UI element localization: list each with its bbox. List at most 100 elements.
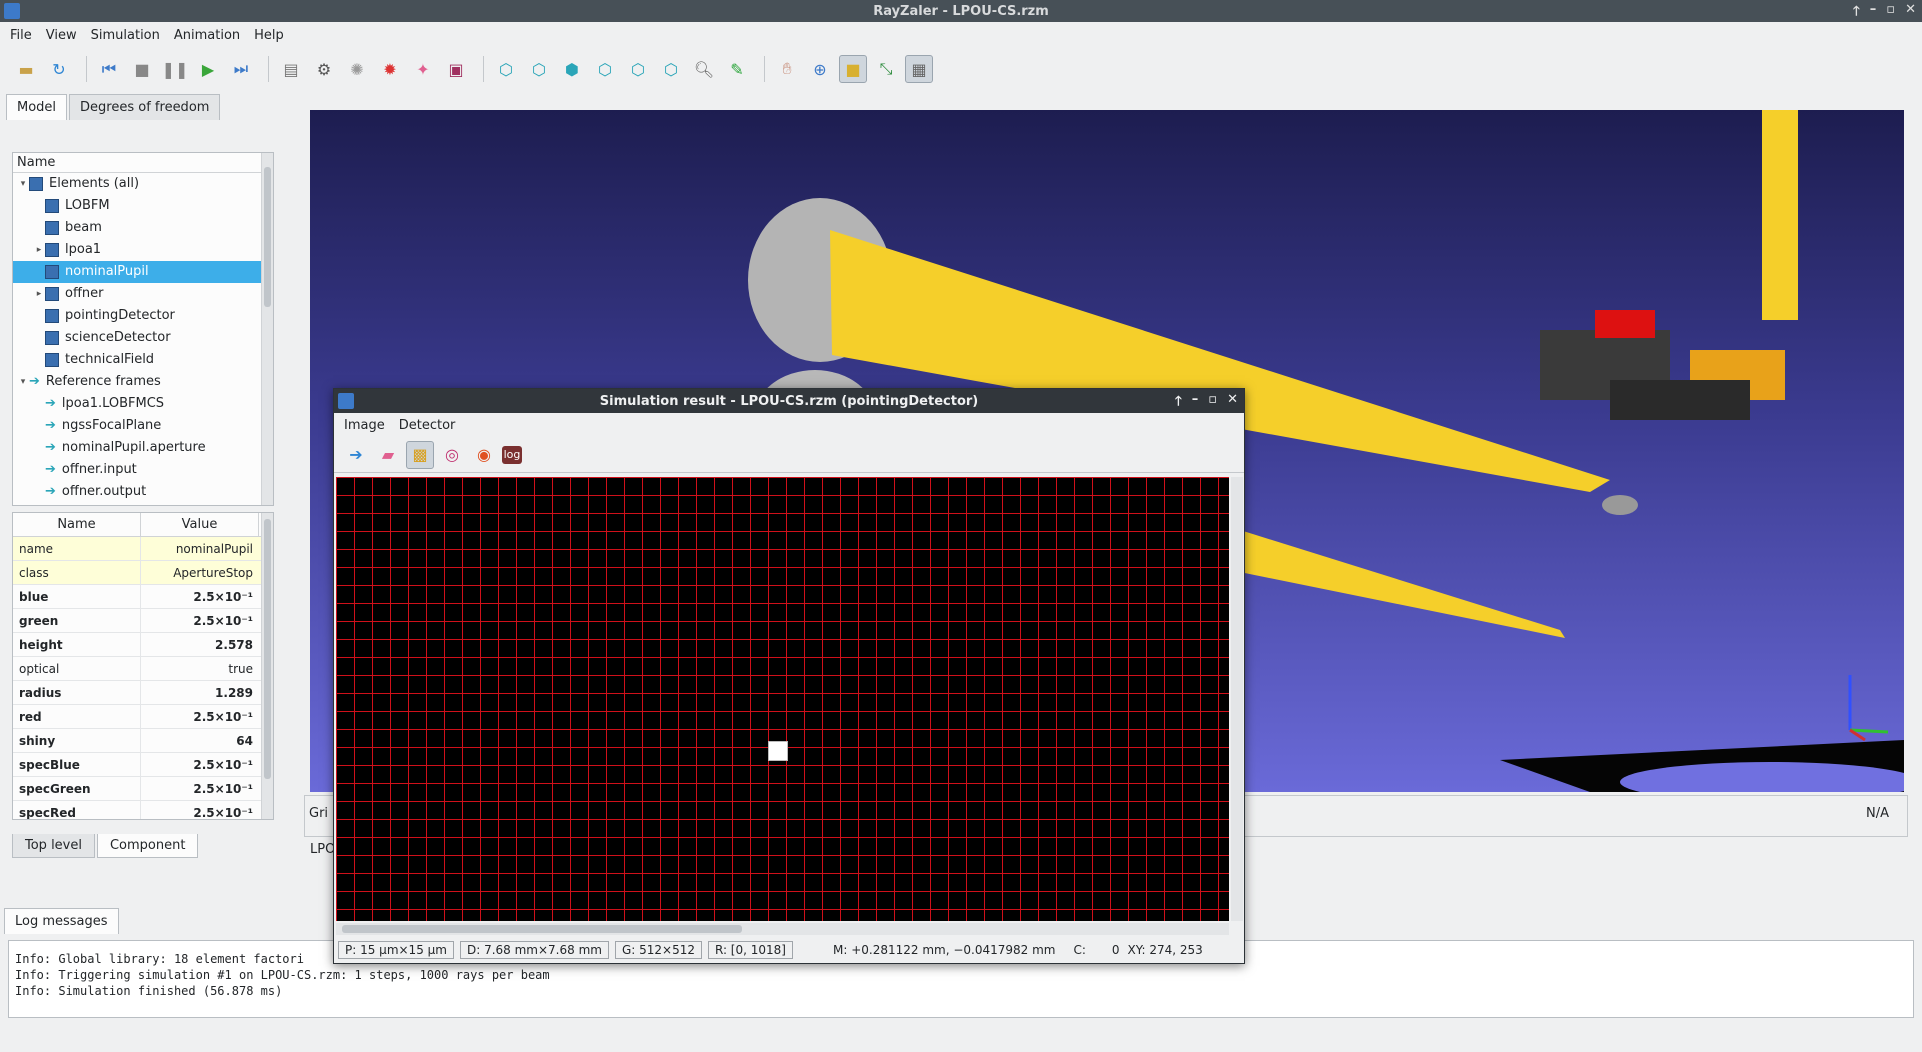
tree-item[interactable]: ➔ ngssFocalPlane bbox=[13, 415, 273, 437]
eraser-icon[interactable]: ▰ bbox=[374, 441, 402, 469]
tree-item[interactable]: ▾ ➔ Reference frames bbox=[13, 371, 273, 393]
expand-arrow-icon[interactable]: ▾ bbox=[17, 371, 29, 393]
tab-component[interactable]: Component bbox=[96, 834, 199, 858]
hand-icon[interactable]: ✋︎ bbox=[773, 55, 801, 83]
view-front-icon[interactable]: ⬡ bbox=[492, 55, 520, 83]
tree-item[interactable]: ➔ nominalPupil.aperture bbox=[13, 437, 273, 459]
expand-arrow-icon[interactable]: ▸ bbox=[33, 283, 45, 305]
property-value[interactable]: nominalPupil bbox=[141, 537, 259, 560]
menu-simulation[interactable]: Simulation bbox=[91, 28, 160, 43]
tab-top-level[interactable]: Top level bbox=[12, 834, 95, 858]
property-row[interactable]: specBlue 2.5×10⁻¹ bbox=[13, 753, 273, 777]
measure-icon[interactable]: ✎ bbox=[723, 55, 751, 83]
keep-above-button[interactable]: 🡑 bbox=[1853, 2, 1860, 24]
arrow-right-icon[interactable]: ➔ bbox=[342, 441, 370, 469]
menu-detector[interactable]: Detector bbox=[399, 418, 456, 433]
rewind-icon[interactable]: ⏮ bbox=[95, 55, 123, 83]
view-back-icon[interactable]: ⬡ bbox=[525, 55, 553, 83]
detector-image[interactable] bbox=[336, 477, 1229, 921]
frames-icon[interactable]: ⤡ bbox=[872, 55, 900, 83]
tree-item[interactable]: technicalField bbox=[13, 349, 273, 371]
tree-item[interactable]: beam bbox=[13, 217, 273, 239]
grid-icon[interactable]: ▩ bbox=[406, 440, 434, 469]
view-top-icon[interactable]: ⬢ bbox=[558, 55, 586, 83]
reload-icon[interactable]: ↻ bbox=[45, 55, 73, 83]
property-value[interactable]: 64 bbox=[141, 729, 259, 752]
menu-animation[interactable]: Animation bbox=[174, 28, 240, 43]
minimize-button[interactable]: – bbox=[1870, 2, 1877, 24]
property-value[interactable]: 2.5×10⁻¹ bbox=[141, 777, 259, 800]
property-value[interactable]: 2.5×10⁻¹ bbox=[141, 801, 259, 819]
tab-model[interactable]: Model bbox=[6, 94, 68, 120]
property-row[interactable]: shiny 64 bbox=[13, 729, 273, 753]
color-wheel-icon[interactable]: ◉ bbox=[470, 441, 498, 469]
sim-close-button[interactable]: ✕ bbox=[1227, 392, 1238, 414]
gear-icon[interactable]: ✺ bbox=[343, 55, 371, 83]
property-row[interactable]: red 2.5×10⁻¹ bbox=[13, 705, 273, 729]
property-value[interactable]: true bbox=[141, 657, 259, 680]
tree-item[interactable]: ▸ offner bbox=[13, 283, 273, 305]
maximize-button[interactable]: ▫ bbox=[1886, 2, 1895, 24]
property-row[interactable]: specRed 2.5×10⁻¹ bbox=[13, 801, 273, 819]
close-button[interactable]: ✕ bbox=[1905, 2, 1916, 24]
sim-keep-above-button[interactable]: 🡑 bbox=[1175, 392, 1182, 414]
sim-maximize-button[interactable]: ▫ bbox=[1208, 392, 1217, 414]
property-value[interactable]: 2.5×10⁻¹ bbox=[141, 705, 259, 728]
view-left-icon[interactable]: ⬡ bbox=[624, 55, 652, 83]
view-right-icon[interactable]: ⬡ bbox=[657, 55, 685, 83]
beam-eraser-icon[interactable]: ✦ bbox=[409, 55, 437, 83]
property-row[interactable]: specGreen 2.5×10⁻¹ bbox=[13, 777, 273, 801]
tree-item[interactable]: ➔ offner.output bbox=[13, 481, 273, 503]
target-icon[interactable]: ◎ bbox=[438, 441, 466, 469]
pause-icon[interactable]: ❚❚ bbox=[161, 55, 189, 83]
zoom-icon[interactable]: 🔍︎ bbox=[690, 55, 718, 83]
expand-arrow-icon[interactable]: ▾ bbox=[17, 173, 29, 195]
tree-item[interactable]: pointingDetector bbox=[13, 305, 273, 327]
property-value[interactable]: 2.5×10⁻¹ bbox=[141, 609, 259, 632]
grid-toggle-icon[interactable]: ▦ bbox=[905, 55, 933, 83]
property-value[interactable]: 1.289 bbox=[141, 681, 259, 704]
menu-image[interactable]: Image bbox=[344, 418, 385, 433]
props-scrollbar[interactable] bbox=[261, 513, 273, 819]
image-icon[interactable]: ▣ bbox=[442, 55, 470, 83]
log-icon[interactable]: log bbox=[502, 445, 522, 464]
property-value[interactable]: 2.578 bbox=[141, 633, 259, 656]
tab-log-messages[interactable]: Log messages bbox=[4, 908, 119, 934]
tree-item[interactable]: ▾ Elements (all) bbox=[13, 173, 273, 195]
tree-item[interactable]: scienceDetector bbox=[13, 327, 273, 349]
property-row[interactable]: green 2.5×10⁻¹ bbox=[13, 609, 273, 633]
elements-icon[interactable]: ■ bbox=[839, 55, 867, 83]
menu-view[interactable]: View bbox=[46, 28, 77, 43]
property-value[interactable]: ApertureStop bbox=[141, 561, 259, 584]
laser-icon[interactable]: ✹ bbox=[376, 55, 404, 83]
property-row[interactable]: radius 1.289 bbox=[13, 681, 273, 705]
expand-arrow-icon[interactable]: ▸ bbox=[33, 239, 45, 261]
tab-degrees-of-freedom[interactable]: Degrees of freedom bbox=[69, 94, 221, 120]
tree-item[interactable]: nominalPupil bbox=[13, 261, 273, 283]
settings-icon[interactable]: ⚙ bbox=[310, 55, 338, 83]
property-row[interactable]: height 2.578 bbox=[13, 633, 273, 657]
stop-icon[interactable]: ■ bbox=[128, 55, 156, 83]
tree-item[interactable]: ➔ lpoa1.LOBFMCS bbox=[13, 393, 273, 415]
sim-minimize-button[interactable]: – bbox=[1192, 392, 1199, 414]
property-value[interactable]: 2.5×10⁻¹ bbox=[141, 585, 259, 608]
property-row[interactable]: name nominalPupil bbox=[13, 537, 273, 561]
detector-hscroll[interactable] bbox=[336, 923, 1229, 935]
tree-item[interactable]: LOBFM bbox=[13, 195, 273, 217]
property-row[interactable]: blue 2.5×10⁻¹ bbox=[13, 585, 273, 609]
menu-file[interactable]: File bbox=[10, 28, 32, 43]
view-bottom-icon[interactable]: ⬡ bbox=[591, 55, 619, 83]
property-row[interactable]: class ApertureStop bbox=[13, 561, 273, 585]
menu-help[interactable]: Help bbox=[254, 28, 284, 43]
tree-scrollbar[interactable] bbox=[261, 153, 273, 505]
open-folder-icon[interactable]: ▬ bbox=[12, 55, 40, 83]
detector-vscroll[interactable] bbox=[1231, 477, 1243, 921]
fast-forward-icon[interactable]: ⏭ bbox=[227, 55, 255, 83]
document-icon[interactable]: ▤ bbox=[277, 55, 305, 83]
crosshair-icon[interactable]: ⊕ bbox=[806, 55, 834, 83]
property-value[interactable]: 2.5×10⁻¹ bbox=[141, 753, 259, 776]
tree-item[interactable]: ➔ offner.input bbox=[13, 459, 273, 481]
play-icon[interactable]: ▶ bbox=[194, 55, 222, 83]
property-row[interactable]: optical true bbox=[13, 657, 273, 681]
tree-item[interactable]: ▸ lpoa1 bbox=[13, 239, 273, 261]
